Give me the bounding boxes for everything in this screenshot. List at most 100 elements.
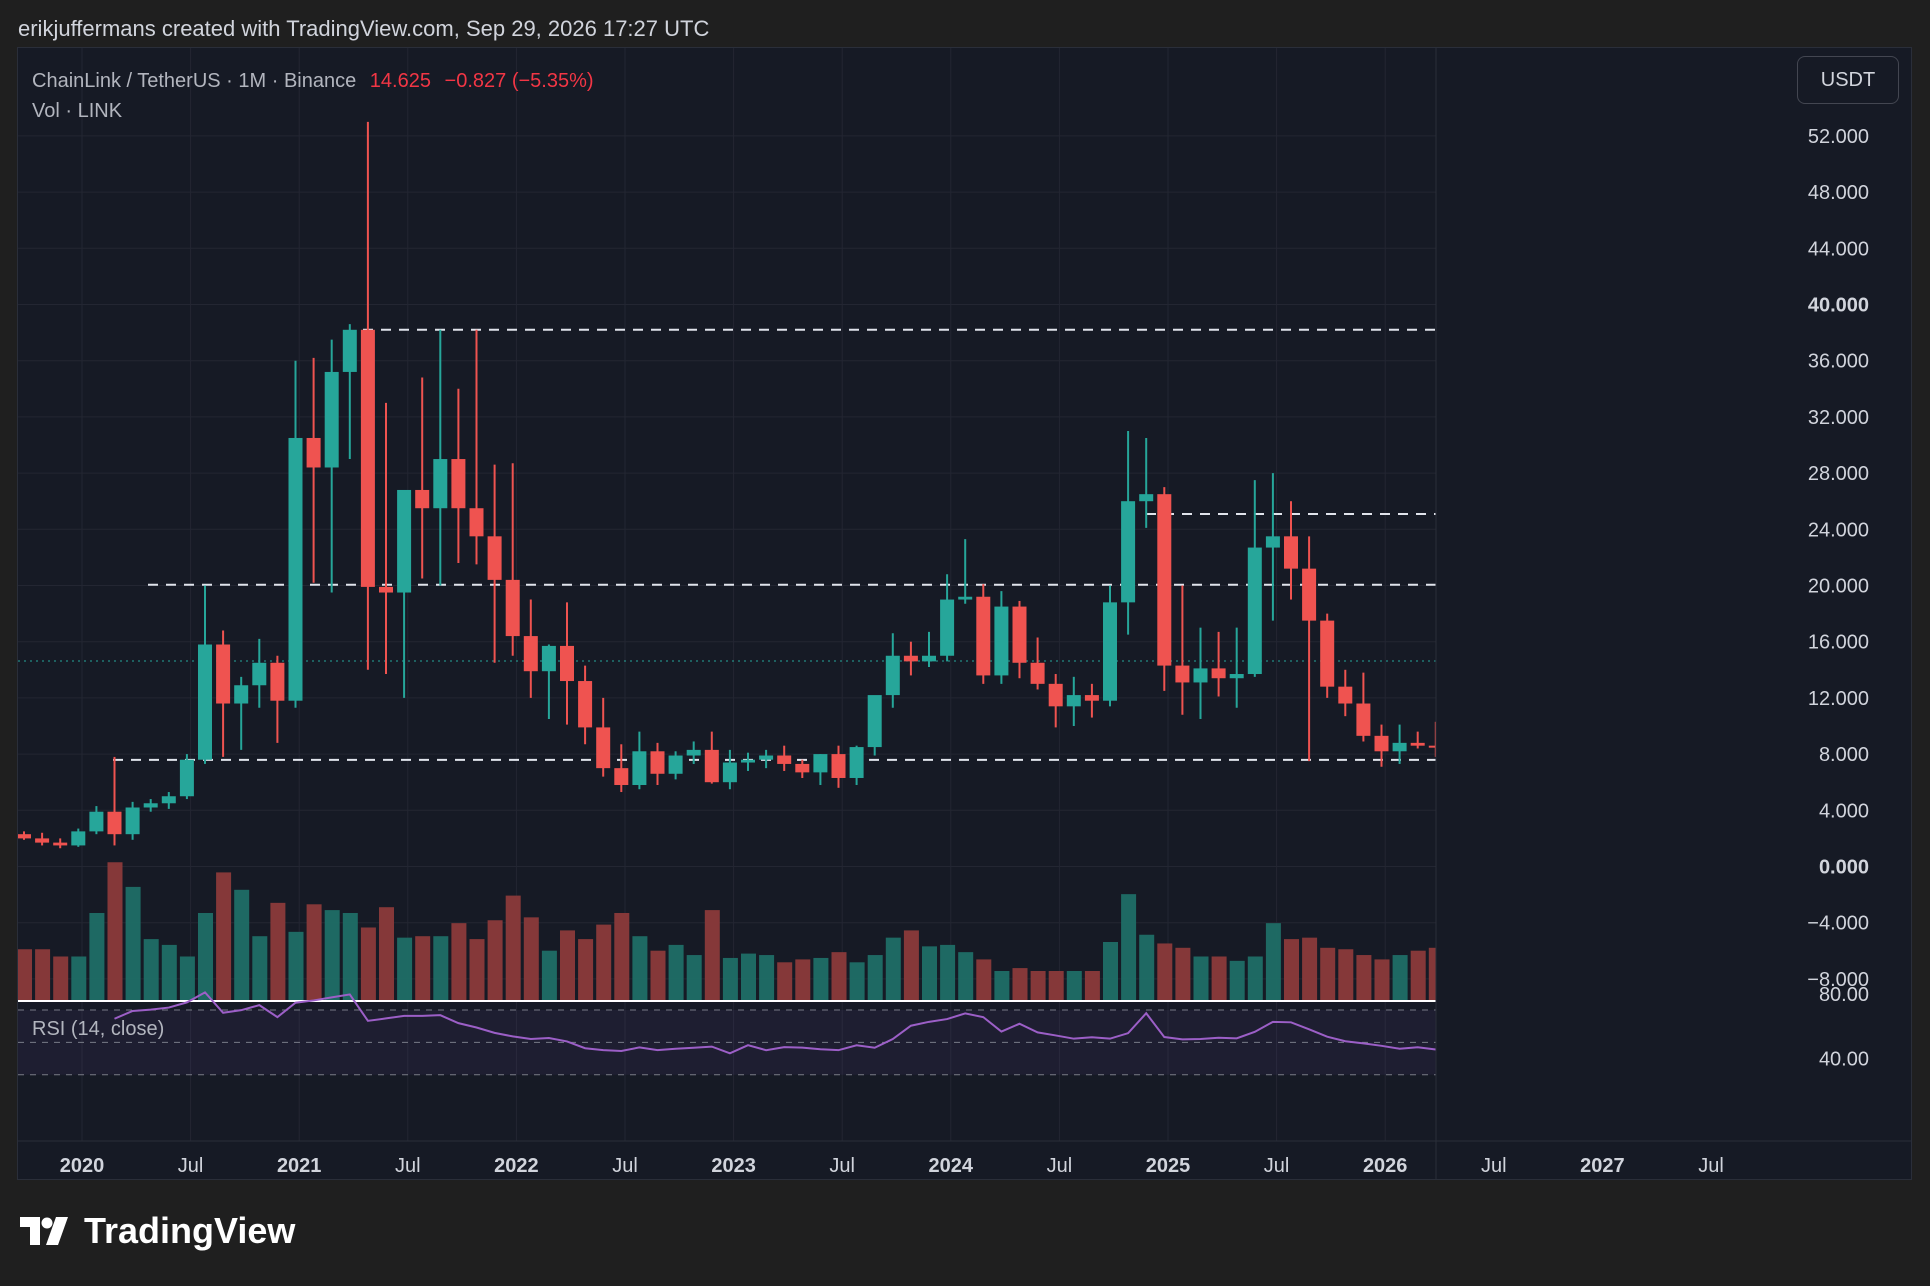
currency-button[interactable]: USDT xyxy=(1797,56,1899,104)
volume-bar xyxy=(1374,959,1390,1000)
time-tick-label: 2020 xyxy=(60,1155,105,1177)
volume-bar xyxy=(35,949,51,1000)
volume-bar xyxy=(198,913,213,1000)
volume-bar xyxy=(71,956,87,1000)
volume-bar xyxy=(940,944,956,1000)
volume-bar xyxy=(143,939,159,1000)
volume-bar xyxy=(541,950,557,1000)
volume-bar xyxy=(270,902,286,1000)
candle-body xyxy=(18,834,31,839)
volume-bar xyxy=(596,924,612,1000)
candle-body xyxy=(451,459,466,509)
chart-panel[interactable]: 38.20025.08620.05711.0017.585LINKUSDT14.… xyxy=(17,47,1912,1180)
rsi-label[interactable]: RSI (14, close) xyxy=(32,1018,164,1041)
candle-body xyxy=(1193,668,1208,683)
time-tick-label: Jul xyxy=(178,1155,204,1177)
volume-bar xyxy=(505,895,521,1000)
volume-bar xyxy=(53,956,69,1000)
candle-body xyxy=(1157,494,1172,666)
price-tick-label: 12.000 xyxy=(1808,688,1869,710)
candle-body xyxy=(1139,494,1154,502)
volume-bar xyxy=(813,957,829,1000)
tradingview-logo-icon xyxy=(20,1217,68,1245)
candle-body xyxy=(306,437,321,468)
price-tick-label: 44.000 xyxy=(1808,238,1869,260)
volume-bars xyxy=(18,862,1517,1000)
price-tick-label: 16.000 xyxy=(1808,632,1869,654)
volume-bar xyxy=(487,920,503,1000)
volume-bar xyxy=(342,913,358,1000)
price-axis-bg xyxy=(1436,48,1911,1179)
price-axis: 52.000 48.000 44.000 40.000 36.000 32.000 28.0… xyxy=(1435,48,1911,1179)
time-tick-label: 2027 xyxy=(1580,1155,1625,1177)
candle-body xyxy=(686,749,701,756)
candle-body xyxy=(1410,742,1425,746)
volume-bar xyxy=(1265,923,1281,1000)
last-price: 14.625 xyxy=(369,70,431,92)
volume-bar xyxy=(686,955,702,1000)
candle-body xyxy=(922,655,936,662)
volume-bar xyxy=(1320,947,1336,1000)
volume-bar xyxy=(523,917,539,1000)
time-tick-label: Jul xyxy=(829,1155,855,1177)
candle-body xyxy=(1247,547,1262,675)
candle-body xyxy=(35,838,50,843)
price-change: −0.827 (−5.35%) xyxy=(444,70,594,92)
volume-bar xyxy=(668,944,684,1000)
volume-bar xyxy=(958,952,974,1000)
volume-label[interactable]: Vol · LINK xyxy=(32,96,594,126)
attribution-text: erikjuffermans created with TradingView.… xyxy=(18,16,710,41)
candle-body xyxy=(722,762,737,783)
volume-bar xyxy=(1175,947,1191,1000)
candle-body xyxy=(1121,501,1136,603)
volume-bar xyxy=(1103,942,1118,1000)
time-tick-label: Jul xyxy=(1698,1155,1724,1177)
time-tick-label: 2022 xyxy=(494,1155,539,1177)
candle-body xyxy=(958,596,973,600)
candle-body xyxy=(143,803,158,808)
price-tick-label: 20.000 xyxy=(1808,576,1869,598)
candle-body xyxy=(777,755,792,764)
volume-bar xyxy=(831,952,847,1000)
candle-body xyxy=(867,695,882,748)
chart-legend: ChainLink / TetherUS · 1M · Binance 14.6… xyxy=(32,66,594,126)
candle-body xyxy=(795,763,810,773)
volume-bar xyxy=(777,962,793,1000)
volume-bar xyxy=(415,936,431,1000)
candle-body xyxy=(1048,683,1063,707)
candle-body xyxy=(632,751,647,786)
rsi-tick-label: 80.00 xyxy=(1819,984,1869,1006)
volume-bar xyxy=(161,944,177,1000)
volume-bar xyxy=(1121,894,1137,1000)
candle-body xyxy=(1030,662,1045,684)
candle-body xyxy=(397,489,412,593)
volume-bar xyxy=(994,971,1010,1000)
candle-body xyxy=(252,662,267,686)
symbol-label[interactable]: ChainLink / TetherUS · 1M · Binance xyxy=(32,70,356,92)
candle-body xyxy=(541,645,556,672)
tradingview-logo[interactable]: TradingView xyxy=(20,1210,295,1252)
price-chart-svg[interactable]: 38.20025.08620.05711.0017.585LINKUSDT14.… xyxy=(18,48,1911,1179)
candle-body xyxy=(903,655,918,662)
candle-body xyxy=(1211,668,1226,679)
volume-bar xyxy=(578,939,594,1000)
candle-body xyxy=(1103,602,1117,701)
candle-body xyxy=(831,754,846,778)
price-tick-label: 36.000 xyxy=(1808,351,1869,373)
candle-body xyxy=(741,759,755,763)
candle-body xyxy=(342,329,357,372)
candle-body xyxy=(288,437,303,701)
volume-bar xyxy=(1157,943,1173,1000)
candle-body xyxy=(415,489,430,509)
candle-body xyxy=(885,655,900,696)
volume-bar xyxy=(306,904,322,1000)
volume-bar xyxy=(903,930,919,1000)
candle-body xyxy=(179,759,194,797)
volume-bar xyxy=(179,956,195,1000)
volume-bar xyxy=(89,913,105,1000)
time-tick-label: Jul xyxy=(612,1155,638,1177)
candle-body xyxy=(1066,695,1081,707)
candle-body xyxy=(578,681,593,728)
candle-body xyxy=(1284,536,1298,569)
volume-bar xyxy=(360,927,376,1000)
